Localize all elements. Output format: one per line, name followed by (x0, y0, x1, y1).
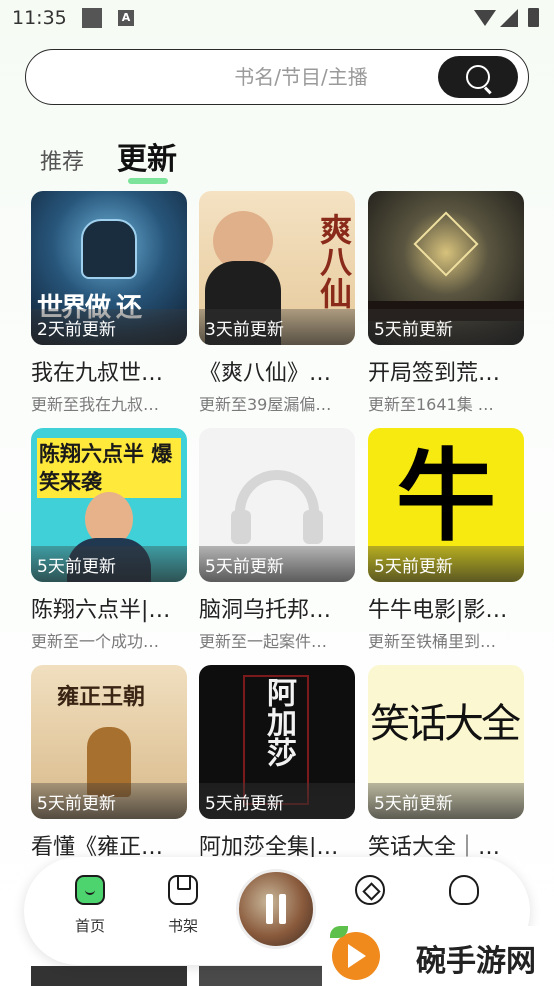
wifi-icon (474, 10, 496, 26)
nav-home-label: 首页 (74, 917, 105, 935)
cover-text: 陈翔六点半 爆笑来袭 (39, 441, 173, 494)
book-cover[interactable]: 阿加莎 5天前更新 (199, 665, 355, 819)
update-badge: 3天前更新 (205, 320, 284, 340)
book-cover[interactable]: 世界做 还 2天前更新 (31, 191, 187, 345)
cover-text: 雍正王朝 (57, 684, 146, 710)
book-title[interactable]: 牛牛电影|影… (368, 592, 524, 624)
book-card[interactable]: 阿加莎 5天前更新 阿加莎全集|… (199, 665, 355, 860)
tab-recommend[interactable]: 推荐 (40, 144, 84, 176)
book-cover[interactable]: 5天前更新 (199, 428, 355, 582)
search-input[interactable] (176, 60, 426, 94)
update-badge: 5天前更新 (205, 794, 284, 814)
compass-icon (355, 875, 385, 905)
search-button[interactable] (438, 56, 518, 98)
status-bar: 11:35 A (0, 0, 554, 38)
book-card[interactable]: 笑话大全 5天前更新 笑话大全｜… (368, 665, 524, 860)
now-playing-disc[interactable] (236, 869, 316, 949)
cover-text: 牛 (396, 437, 496, 555)
book-card[interactable]: 5天前更新 脑洞乌托邦… 更新至一起案件… (199, 428, 355, 651)
book-subtitle: 更新至1641集 … (368, 395, 494, 414)
book-cover[interactable]: 5天前更新 (368, 191, 524, 345)
nav-shelf-label: 书架 (167, 917, 198, 935)
book-title[interactable]: 陈翔六点半|… (31, 592, 187, 624)
book-subtitle: 更新至39屋漏偏… (199, 395, 332, 414)
search-icon (466, 65, 490, 89)
watermark-text: 碗手游网 (416, 944, 536, 979)
update-badge: 5天前更新 (374, 794, 453, 814)
book-cover[interactable]: 牛 5天前更新 (368, 428, 524, 582)
search-bar[interactable] (25, 49, 529, 105)
book-cover-peek (199, 966, 323, 986)
update-badge: 5天前更新 (37, 557, 116, 577)
book-title[interactable]: 脑洞乌托邦… (199, 592, 355, 624)
tab-update[interactable]: 更新 (117, 134, 177, 178)
book-cover[interactable]: 雍正王朝 5天前更新 (31, 665, 187, 819)
book-title[interactable]: 我在九叔世… (31, 355, 187, 387)
signal-icon (500, 9, 518, 27)
a-icon: A (118, 10, 134, 26)
book-card[interactable]: 世界做 还 2天前更新 我在九叔世… 更新至我在九叔… (31, 191, 187, 414)
profile-icon (449, 875, 479, 905)
book-subtitle: 更新至铁桶里到… (368, 632, 497, 651)
battery-icon (528, 8, 539, 27)
watermark-logo-icon (332, 932, 380, 980)
status-time: 11:35 (12, 7, 67, 29)
nav-home[interactable]: 首页 (60, 875, 120, 936)
book-card[interactable]: 牛 5天前更新 牛牛电影|影… 更新至铁桶里到… (368, 428, 524, 651)
update-badge: 2天前更新 (37, 320, 116, 340)
cover-text: 阿加莎 (261, 677, 296, 767)
nav-discover[interactable] (340, 875, 400, 905)
book-cover[interactable]: 爽八仙 3天前更新 (199, 191, 355, 345)
watermark: 碗手游网 (322, 926, 554, 986)
book-card[interactable]: 雍正王朝 5天前更新 看懂《雍正… (31, 665, 187, 860)
home-icon (75, 875, 105, 905)
pause-icon[interactable] (266, 894, 286, 924)
book-title[interactable]: 开局签到荒… (368, 355, 524, 387)
book-subtitle: 更新至一个成功… (31, 632, 160, 651)
book-title[interactable]: 《爽八仙》… (199, 355, 355, 387)
book-cover[interactable]: 笑话大全 5天前更新 (368, 665, 524, 819)
nav-shelf[interactable]: 书架 (153, 875, 213, 936)
book-card[interactable]: 陈翔六点半 爆笑来袭 5天前更新 陈翔六点半|… 更新至一个成功… (31, 428, 187, 651)
book-card[interactable]: 爽八仙 3天前更新 《爽八仙》… 更新至39屋漏偏… (199, 191, 355, 414)
book-cover-peek (31, 966, 187, 986)
book-subtitle: 更新至我在九叔… (31, 395, 160, 414)
bookmark-icon (168, 875, 198, 905)
cover-text: 爽八仙 (315, 213, 353, 309)
book-subtitle: 更新至一起案件… (199, 632, 328, 651)
nav-mine[interactable] (434, 875, 494, 905)
tab-indicator (128, 178, 168, 184)
cover-text: 笑话大全 (370, 701, 521, 747)
update-badge: 5天前更新 (374, 557, 453, 577)
book-cover[interactable]: 陈翔六点半 爆笑来袭 5天前更新 (31, 428, 187, 582)
update-badge: 5天前更新 (205, 557, 284, 577)
notification-icon (82, 8, 102, 28)
update-badge: 5天前更新 (374, 320, 453, 340)
book-card[interactable]: 5天前更新 开局签到荒… 更新至1641集 … (368, 191, 524, 414)
update-badge: 5天前更新 (37, 794, 116, 814)
